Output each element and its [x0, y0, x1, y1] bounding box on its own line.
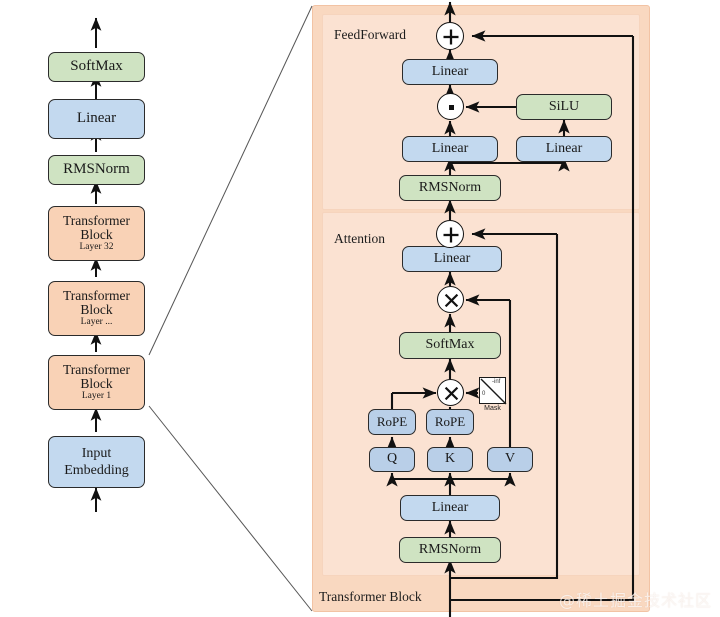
- node-label: Linear: [76, 110, 117, 127]
- node-label: V: [504, 451, 516, 467]
- node-label: Transformer Block: [63, 361, 130, 392]
- node-rope-query[interactable]: RoPE: [368, 409, 416, 435]
- node-sublabel: Layer 32: [79, 242, 114, 253]
- node-label: Linear: [431, 140, 469, 156]
- operator-matmul-query-key[interactable]: [437, 379, 464, 406]
- operator-elementwise-multiply[interactable]: [437, 93, 464, 120]
- node-ff-linear-gate[interactable]: Linear: [402, 136, 498, 162]
- node-label: RMSNorm: [63, 161, 130, 178]
- node-label: K: [444, 451, 456, 467]
- node-sublabel: Layer 1: [81, 391, 112, 402]
- mask-upper-value: -inf: [492, 379, 501, 385]
- node-attn-linear-out[interactable]: Linear: [402, 246, 502, 272]
- node-label: Transformer Block: [63, 287, 130, 318]
- node-label: Transformer Block: [63, 212, 130, 243]
- node-attn-linear-qkv[interactable]: Linear: [400, 495, 500, 521]
- node-sublabel: Layer ...: [80, 317, 113, 328]
- mask-label: Mask: [484, 405, 501, 412]
- mask-lower-value: 0: [482, 391, 486, 397]
- node-key[interactable]: K: [427, 447, 473, 472]
- node-label: SoftMax: [425, 337, 475, 353]
- node-input-embedding[interactable]: Input Embedding: [48, 436, 145, 488]
- node-label: RMSNorm: [418, 179, 482, 195]
- operator-matmul-attention-value[interactable]: [437, 286, 464, 313]
- node-ff-rmsnorm[interactable]: RMSNorm: [399, 175, 501, 201]
- node-softmax[interactable]: SoftMax: [48, 52, 145, 82]
- operator-add-feedforward[interactable]: [436, 22, 464, 50]
- node-rope-key[interactable]: RoPE: [426, 409, 474, 435]
- node-ff-linear-down[interactable]: Linear: [402, 59, 498, 85]
- operator-add-attention[interactable]: [436, 220, 464, 248]
- node-attn-softmax[interactable]: SoftMax: [399, 332, 501, 359]
- node-query[interactable]: Q: [369, 447, 415, 472]
- node-label: Linear: [545, 140, 583, 156]
- node-ff-linear-up[interactable]: Linear: [516, 136, 612, 162]
- node-label: RoPE: [434, 414, 466, 430]
- node-silu[interactable]: SiLU: [516, 94, 612, 120]
- feedforward-label: FeedForward: [334, 27, 406, 42]
- transformer-block-outer-label: Transformer Block: [319, 589, 422, 604]
- node-linear-head[interactable]: Linear: [48, 99, 145, 139]
- node-label: SiLU: [548, 98, 580, 114]
- node-label: Linear: [431, 63, 469, 79]
- node-transformer-block-32[interactable]: Transformer Block Layer 32: [48, 206, 145, 261]
- node-attn-rmsnorm[interactable]: RMSNorm: [399, 537, 501, 563]
- diagram-canvas: FeedForward Attention Transformer Block: [0, 0, 720, 617]
- watermark: @稀土掘金技术社区: [558, 591, 712, 610]
- attention-label: Attention: [334, 231, 385, 246]
- node-label: Input Embedding: [64, 445, 129, 479]
- node-label: RoPE: [376, 414, 408, 430]
- node-label: SoftMax: [70, 58, 123, 75]
- node-label: Linear: [433, 250, 471, 266]
- node-transformer-block-mid[interactable]: Transformer Block Layer ...: [48, 281, 145, 336]
- node-transformer-block-1[interactable]: Transformer Block Layer 1: [48, 355, 145, 410]
- node-label: RMSNorm: [418, 541, 482, 557]
- node-rmsnorm-final[interactable]: RMSNorm: [48, 155, 145, 185]
- node-label: Q: [386, 451, 398, 467]
- node-value[interactable]: V: [487, 447, 533, 472]
- node-label: Linear: [431, 499, 469, 515]
